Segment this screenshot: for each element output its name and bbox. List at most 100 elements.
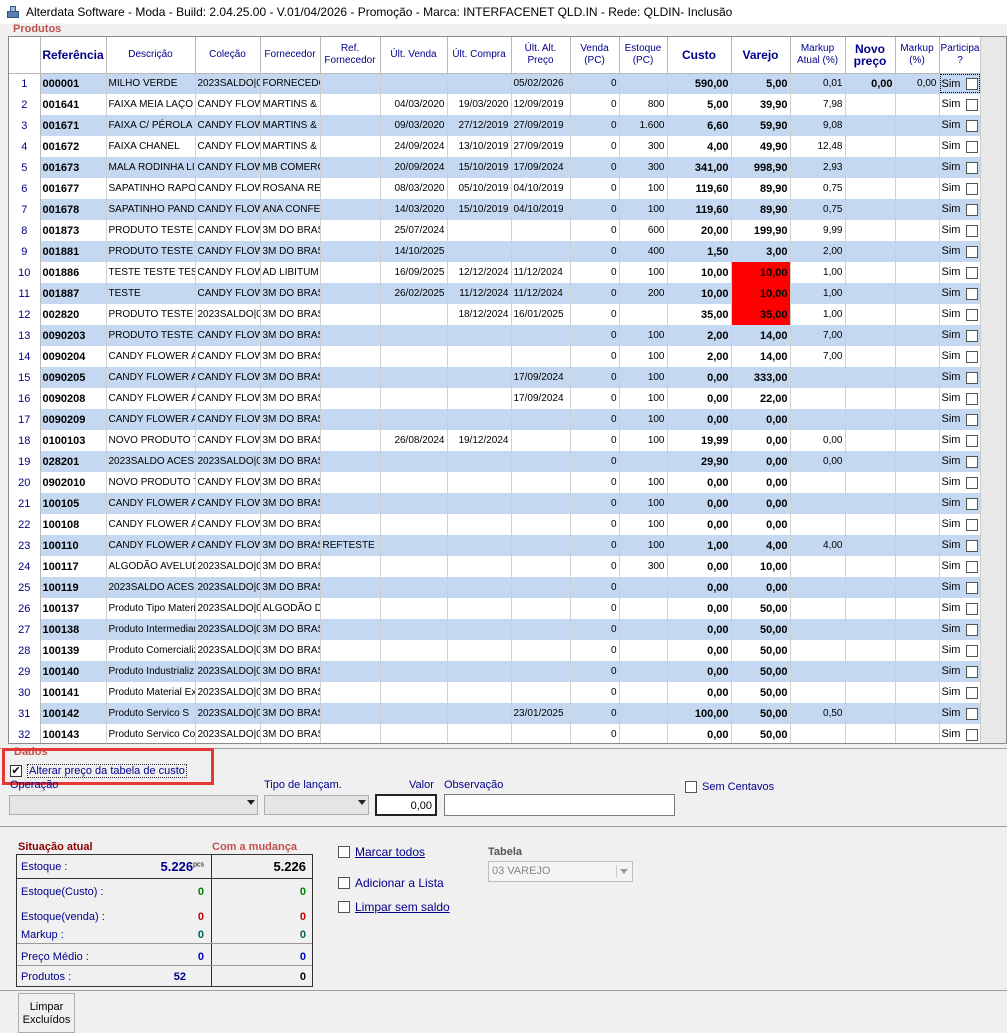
table-row[interactable]: 3 001671 FAIXA C/ PÉROLA CANDY FLOW MARTINS …: [9, 115, 982, 136]
column-header[interactable]: Markup Atual (%): [790, 37, 846, 74]
participa-checkbox[interactable]: [966, 728, 979, 741]
column-header[interactable]: Participa ?: [939, 37, 982, 74]
observacao-input[interactable]: [444, 794, 675, 816]
participa-checkbox[interactable]: [966, 665, 979, 678]
marcar-todos-checkbox[interactable]: Marcar todos: [338, 845, 425, 859]
participa-checkbox[interactable]: [966, 203, 979, 216]
table-row[interactable]: 8 001873 PRODUTO TESTE 8 CANDY FLOW 3M DO BR…: [9, 220, 982, 241]
participa-checkbox[interactable]: [966, 266, 979, 279]
column-header[interactable]: Estoque (PC): [619, 37, 668, 74]
participa-checkbox[interactable]: [966, 392, 979, 405]
column-header[interactable]: Últ. Alt. Preço: [511, 37, 571, 74]
participa-checkbox[interactable]: [966, 707, 979, 720]
participa-checkbox[interactable]: [966, 224, 979, 237]
participa-checkbox[interactable]: [966, 161, 979, 174]
participa-checkbox[interactable]: [966, 644, 979, 657]
tabela-select[interactable]: 03 VAREJO: [488, 861, 633, 882]
cell-participa[interactable]: Sim: [939, 115, 982, 136]
limpar-excluidos-button[interactable]: Limpar Excluídos: [18, 993, 75, 1033]
column-header[interactable]: Ref. Fornecedor: [320, 37, 381, 74]
column-header[interactable]: Novo preço: [845, 37, 896, 74]
alterar-preco-checkbox[interactable]: ✔ Alterar preço da tabela de custo: [10, 764, 187, 778]
participa-checkbox[interactable]: [966, 560, 979, 573]
participa-checkbox[interactable]: [966, 98, 979, 111]
column-header[interactable]: Markup (%): [895, 37, 940, 74]
cell-participa[interactable]: Sim: [939, 535, 982, 556]
participa-checkbox[interactable]: [966, 182, 979, 195]
cell-participa[interactable]: Sim: [939, 304, 982, 325]
cell-participa[interactable]: Sim: [939, 136, 982, 157]
table-row[interactable]: 18 0100103 NOVO PRODUTO T CANDY FLOW 3M DO B…: [9, 430, 982, 451]
cell-participa[interactable]: Sim: [939, 346, 982, 367]
column-header[interactable]: Varejo: [731, 37, 791, 74]
grid-scrollbar[interactable]: [980, 37, 1006, 743]
participa-checkbox[interactable]: [966, 140, 979, 153]
sem-centavos-checkbox[interactable]: Sem Centavos: [685, 781, 774, 793]
participa-checkbox[interactable]: [966, 686, 979, 699]
column-header[interactable]: Custo: [667, 37, 732, 74]
participa-checkbox[interactable]: [966, 350, 979, 363]
table-row[interactable]: 29 100140 Produto Industrializ 2023SALDO|0(…: [9, 661, 982, 682]
cell-participa[interactable]: Sim: [939, 283, 982, 304]
table-row[interactable]: 14 0090204 CANDY FLOWER A CANDY FLOW 3M DO B…: [9, 346, 982, 367]
participa-checkbox[interactable]: [966, 518, 979, 531]
table-row[interactable]: 28 100139 Produto Comercializ 2023SALDO|0(3…: [9, 640, 982, 661]
operacao-select[interactable]: [9, 795, 258, 815]
cell-participa[interactable]: Sim: [939, 157, 982, 178]
participa-checkbox[interactable]: [966, 602, 979, 615]
participa-checkbox[interactable]: [966, 455, 979, 468]
table-row[interactable]: 7 001678 SAPATINHO PANDA CANDY FLOW ANA CONF…: [9, 199, 982, 220]
table-row[interactable]: 11001887TESTECANDY FLOW3M DO BRASI 26/02/…: [9, 283, 982, 304]
cell-participa[interactable]: Sim: [939, 724, 982, 743]
table-row[interactable]: 30 100141 Produto Material Exp 2023SALDO|0(…: [9, 682, 982, 703]
cell-participa[interactable]: Sim: [939, 493, 982, 514]
table-row[interactable]: 27 100138 Produto Intermediari 2023SALDO|0(…: [9, 619, 982, 640]
table-row[interactable]: 16 0090208 CANDY FLOWER A CANDY FLOW 3M DO B…: [9, 388, 982, 409]
column-header[interactable]: Venda (PC): [570, 37, 620, 74]
column-header[interactable]: Descrição: [106, 37, 196, 74]
table-row[interactable]: 20 0902010 NOVO PRODUTO T CANDY FLOW 3M DO B…: [9, 472, 982, 493]
cell-participa[interactable]: Sim: [939, 388, 982, 409]
cell-participa[interactable]: Sim: [939, 472, 982, 493]
table-row[interactable]: 24 100117 ALGODÃO AVELUD 2023SALDO|0(3M DO …: [9, 556, 982, 577]
column-header[interactable]: Fornecedor: [260, 37, 321, 74]
cell-participa[interactable]: Sim: [939, 73, 982, 94]
participa-checkbox[interactable]: [966, 434, 979, 447]
table-row[interactable]: 23 100110 CANDY FLOWER A CANDY FLOW 3M DO BR…: [9, 535, 982, 556]
participa-checkbox[interactable]: [966, 287, 979, 300]
cell-participa[interactable]: Sim: [939, 430, 982, 451]
table-row[interactable]: 10 001886 TESTE TESTE TEST CANDY FLOW AD LIB…: [9, 262, 982, 283]
adicionar-lista-checkbox[interactable]: Adicionar a Lista: [338, 876, 444, 890]
participa-checkbox[interactable]: [966, 497, 979, 510]
tipo-lancamento-select[interactable]: [264, 795, 369, 815]
participa-checkbox[interactable]: [966, 329, 979, 342]
cell-participa[interactable]: Sim: [939, 619, 982, 640]
table-row[interactable]: 4001672FAIXA CHANELCANDY FLOWMARTINS & M…: [9, 136, 982, 157]
table-row[interactable]: 25 100119 2023SALDO ACESS 2023SALDO|0(3M DO…: [9, 577, 982, 598]
cell-participa[interactable]: Sim: [939, 661, 982, 682]
table-row[interactable]: 31 100142 Produto Servico S 2023SALDO|0(3M …: [9, 703, 982, 724]
products-grid[interactable]: Referência Descrição Coleção Fornecedor Ref.…: [8, 36, 1007, 744]
cell-participa[interactable]: Sim: [939, 367, 982, 388]
participa-checkbox[interactable]: [966, 476, 979, 489]
participa-checkbox[interactable]: [966, 623, 979, 636]
cell-participa[interactable]: Sim: [939, 577, 982, 598]
participa-checkbox[interactable]: [966, 245, 979, 258]
table-row[interactable]: 1000001MILHO VERDE2023SALDO|0(FORNECEDO 0…: [9, 73, 982, 94]
cell-participa[interactable]: Sim: [939, 409, 982, 430]
table-row[interactable]: 15 0090205 CANDY FLOWER A CANDY FLOW 3M DO B…: [9, 367, 982, 388]
participa-checkbox[interactable]: [966, 371, 979, 384]
participa-checkbox[interactable]: [966, 539, 979, 552]
cell-participa[interactable]: Sim: [939, 682, 982, 703]
table-row[interactable]: 26 100137 Produto Tipo Materia 2023SALDO|0(…: [9, 598, 982, 619]
valor-input[interactable]: 0,00: [375, 794, 437, 816]
table-row[interactable]: 21 100105 CANDY FLOWER A CANDY FLOW 3M DO BR…: [9, 493, 982, 514]
cell-participa[interactable]: Sim: [939, 220, 982, 241]
cell-participa[interactable]: Sim: [939, 262, 982, 283]
cell-participa[interactable]: Sim: [939, 451, 982, 472]
column-header[interactable]: Coleção: [195, 37, 261, 74]
cell-participa[interactable]: Sim: [939, 94, 982, 115]
participa-checkbox[interactable]: [966, 77, 979, 90]
cell-participa[interactable]: Sim: [939, 241, 982, 262]
cell-participa[interactable]: Sim: [939, 178, 982, 199]
